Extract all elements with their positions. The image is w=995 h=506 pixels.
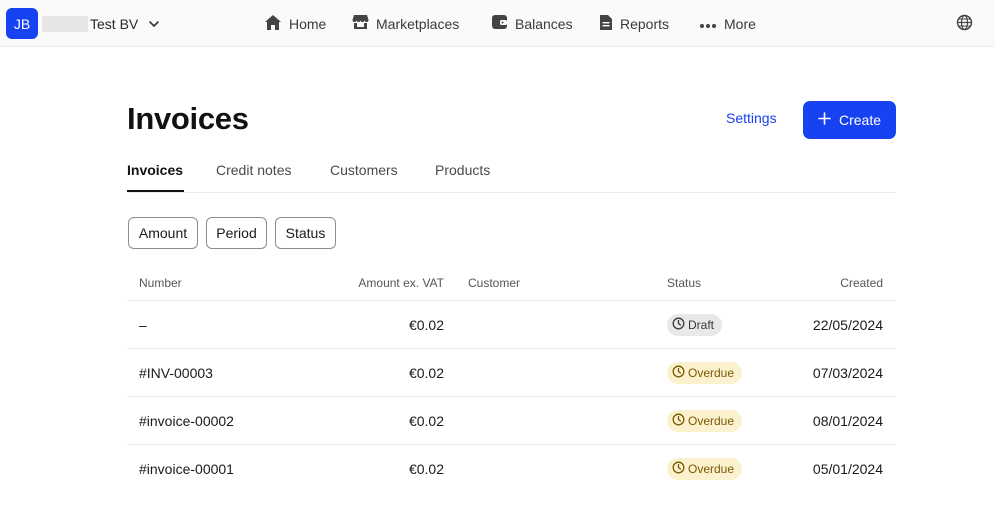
create-button-label: Create: [838, 112, 882, 128]
redacted-org-prefix: [42, 15, 88, 32]
nav-home[interactable]: Home: [264, 0, 326, 47]
store-icon: [352, 14, 376, 33]
wallet-icon: [491, 14, 515, 33]
column-header-status: Status: [667, 276, 702, 290]
document-icon: [599, 14, 620, 34]
create-button[interactable]: Create: [803, 101, 896, 139]
top-navigation: JB Test BV Home Marketplaces Balances Re…: [0, 0, 995, 47]
column-header-created: Created: [840, 276, 883, 290]
globe-icon[interactable]: [956, 14, 973, 36]
nav-reports[interactable]: Reports: [599, 0, 669, 47]
status-badge: Overdue: [667, 410, 743, 432]
clock-icon: [672, 317, 688, 333]
settings-link[interactable]: Settings: [726, 110, 777, 126]
invoice-number: –: [139, 317, 147, 333]
tab-bar: Invoices Credit notes Customers Products: [127, 150, 896, 193]
status-badge: Draft: [667, 314, 723, 336]
column-header-customer: Customer: [468, 276, 521, 290]
invoice-amount: €0.02: [408, 461, 444, 477]
table-row[interactable]: #invoice-00001 €0.02 Overdue 05/01/2024: [127, 445, 896, 493]
organization-switcher[interactable]: JB Test BV: [6, 8, 160, 39]
column-header-number: Number: [139, 276, 182, 290]
invoice-number: #invoice-00002: [139, 413, 234, 429]
clock-icon: [672, 461, 688, 477]
table-row[interactable]: #invoice-00002 €0.02 Overdue 08/01/2024: [127, 397, 896, 445]
plus-icon: [818, 112, 839, 128]
filter-amount-button[interactable]: Amount: [128, 217, 198, 249]
clock-icon: [672, 413, 688, 429]
clock-icon: [672, 365, 688, 381]
table-header: Number Amount ex. VAT Customer Status Cr…: [127, 265, 896, 301]
status-badge: Overdue: [667, 458, 743, 480]
status-label: Overdue: [688, 366, 735, 380]
filter-status-button[interactable]: Status: [275, 217, 336, 249]
invoice-amount: €0.02: [408, 365, 444, 381]
active-tab-indicator: [127, 190, 184, 192]
invoice-amount: €0.02: [408, 413, 444, 429]
nav-marketplaces[interactable]: Marketplaces: [352, 0, 459, 47]
avatar: JB: [6, 8, 38, 39]
nav-reports-label: Reports: [620, 15, 670, 32]
nav-marketplaces-label: Marketplaces: [376, 15, 460, 32]
home-icon: [264, 14, 289, 34]
table-row[interactable]: #INV-00003 €0.02 Overdue 07/03/2024: [127, 349, 896, 397]
filter-period-button[interactable]: Period: [206, 217, 267, 249]
invoice-created-date: 07/03/2024: [812, 365, 883, 381]
invoice-created-date: 05/01/2024: [812, 461, 883, 477]
invoice-created-date: 08/01/2024: [812, 413, 883, 429]
nav-home-label: Home: [289, 15, 327, 32]
status-label: Overdue: [688, 462, 735, 476]
nav-balances[interactable]: Balances: [491, 0, 573, 47]
organization-name: Test BV: [90, 15, 139, 32]
status-badge: Overdue: [667, 362, 743, 384]
page-title: Invoices: [127, 101, 249, 136]
invoice-number: #INV-00003: [139, 365, 213, 381]
tab-credit-notes[interactable]: Credit notes: [216, 162, 291, 178]
invoice-created-date: 22/05/2024: [812, 317, 883, 333]
tab-products[interactable]: Products: [435, 162, 490, 178]
status-label: Draft: [688, 318, 715, 332]
status-label: Overdue: [688, 414, 735, 428]
nav-more[interactable]: More: [699, 0, 756, 47]
invoice-amount: €0.02: [408, 317, 444, 333]
nav-more-label: More: [724, 15, 756, 32]
table-row[interactable]: – €0.02 Draft 22/05/2024: [127, 301, 896, 349]
tab-invoices[interactable]: Invoices: [127, 162, 183, 178]
invoice-number: #invoice-00001: [139, 461, 234, 477]
chevron-down-icon: [148, 18, 160, 30]
column-header-amount: Amount ex. VAT: [358, 276, 444, 290]
nav-balances-label: Balances: [515, 15, 573, 32]
more-dots-icon: [699, 16, 724, 32]
tab-customers[interactable]: Customers: [330, 162, 398, 178]
invoices-table: Number Amount ex. VAT Customer Status Cr…: [127, 265, 896, 493]
